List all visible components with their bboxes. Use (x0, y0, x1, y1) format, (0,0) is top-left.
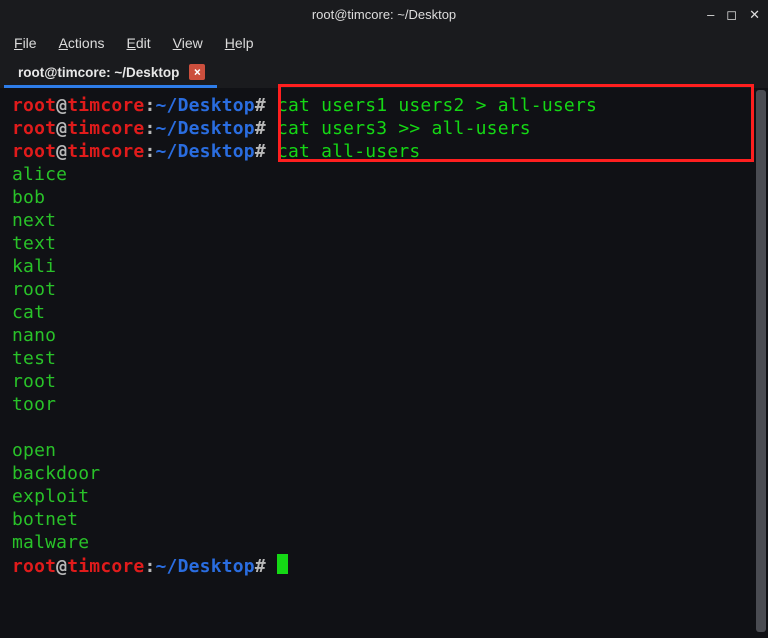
output-line: text (12, 232, 752, 255)
prompt-hash: # (255, 95, 266, 116)
menu-help[interactable]: Help (225, 35, 254, 51)
prompt-at: @ (56, 95, 67, 116)
prompt-hash: # (255, 556, 266, 577)
maximize-button[interactable]: ◻ (726, 8, 737, 21)
terminal-tab[interactable]: root@timcore: ~/Desktop × (4, 59, 217, 88)
output-line: next (12, 209, 752, 232)
output-line: botnet (12, 508, 752, 531)
output-line: nano (12, 324, 752, 347)
terminal-output-area[interactable]: root@timcore:~/Desktop# cat users1 users… (8, 88, 752, 638)
terminal-scrollbar[interactable] (756, 90, 766, 632)
prompt-at: @ (56, 118, 67, 139)
output-line: root (12, 370, 752, 393)
prompt-colon: : (144, 141, 155, 162)
prompt-user: root (12, 95, 56, 116)
command-text: cat all-users (277, 141, 420, 162)
output-line: root (12, 278, 752, 301)
menu-edit[interactable]: Edit (127, 35, 151, 51)
window-titlebar: root@timcore: ~/Desktop – ◻ ✕ (0, 0, 768, 28)
terminal-line: root@timcore:~/Desktop# (12, 554, 752, 578)
command-text: cat users3 >> all-users (277, 118, 531, 139)
terminal-line: root@timcore:~/Desktop# cat all-users (12, 140, 752, 163)
tabbar: root@timcore: ~/Desktop × (0, 58, 768, 88)
output-line: backdoor (12, 462, 752, 485)
prompt-hash: # (255, 118, 266, 139)
prompt-at: @ (56, 556, 67, 577)
prompt-colon: : (144, 118, 155, 139)
terminal-container: root@timcore:~/Desktop# cat users1 users… (0, 88, 768, 638)
prompt-user: root (12, 118, 56, 139)
output-line: alice (12, 163, 752, 186)
menubar: File Actions Edit View Help (0, 28, 768, 58)
output-line (12, 416, 752, 439)
terminal-line: root@timcore:~/Desktop# cat users1 users… (12, 94, 752, 117)
output-line: toor (12, 393, 752, 416)
prompt-colon: : (144, 95, 155, 116)
output-line: bob (12, 186, 752, 209)
prompt-colon: : (144, 556, 155, 577)
prompt-host: timcore (67, 141, 144, 162)
output-line: malware (12, 531, 752, 554)
tab-close-icon[interactable]: × (189, 64, 205, 80)
prompt-host: timcore (67, 556, 144, 577)
minimize-button[interactable]: – (707, 8, 714, 21)
menu-file[interactable]: File (14, 35, 37, 51)
output-line: exploit (12, 485, 752, 508)
window-title: root@timcore: ~/Desktop (312, 7, 456, 22)
menu-view[interactable]: View (173, 35, 203, 51)
terminal-cursor (277, 554, 288, 574)
command-text: cat users1 users2 > all-users (277, 95, 597, 116)
window-controls: – ◻ ✕ (707, 0, 760, 28)
prompt-path: ~/Desktop (156, 141, 255, 162)
prompt-host: timcore (67, 95, 144, 116)
output-line: kali (12, 255, 752, 278)
prompt-host: timcore (67, 118, 144, 139)
output-line: cat (12, 301, 752, 324)
prompt-path: ~/Desktop (156, 118, 255, 139)
prompt-user: root (12, 141, 56, 162)
menu-actions[interactable]: Actions (59, 35, 105, 51)
prompt-at: @ (56, 141, 67, 162)
tab-label: root@timcore: ~/Desktop (18, 65, 179, 80)
close-window-button[interactable]: ✕ (749, 8, 760, 21)
output-line: test (12, 347, 752, 370)
prompt-hash: # (255, 141, 266, 162)
terminal-line: root@timcore:~/Desktop# cat users3 >> al… (12, 117, 752, 140)
prompt-path: ~/Desktop (156, 556, 255, 577)
prompt-path: ~/Desktop (156, 95, 255, 116)
prompt-user: root (12, 556, 56, 577)
output-line: open (12, 439, 752, 462)
